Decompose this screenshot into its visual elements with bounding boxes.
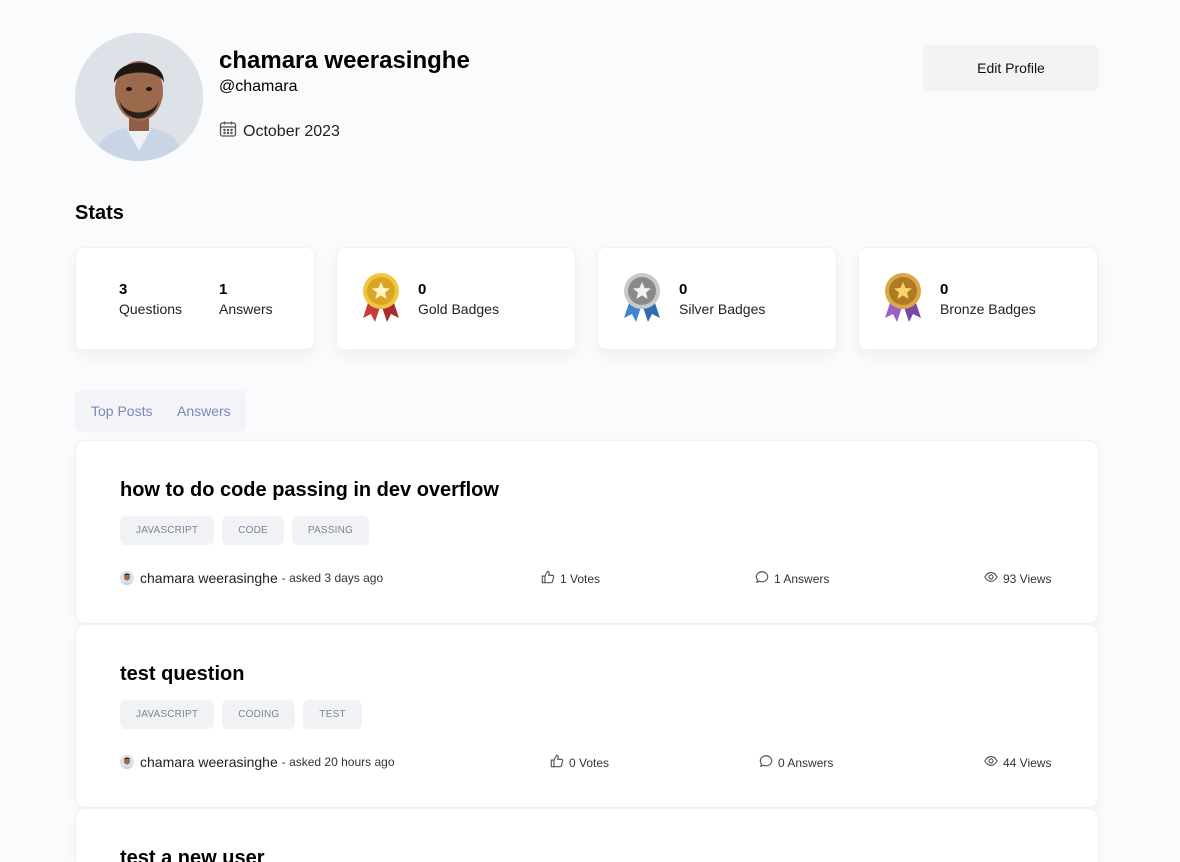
joined-date: October 2023: [219, 120, 340, 143]
tag[interactable]: CODING: [222, 700, 296, 729]
question-title[interactable]: how to do code passing in dev overflow: [120, 479, 499, 502]
silver-badges-count: 0: [679, 281, 688, 298]
author-name[interactable]: chamara weerasinghe: [140, 570, 278, 586]
thumbs-up-icon: [541, 570, 560, 587]
gold-badges-count: 0: [418, 281, 427, 298]
questions-count: 3: [119, 281, 128, 298]
votes-count: 1 Votes: [560, 571, 601, 586]
silver-medal-icon: [622, 272, 662, 324]
silver-badges-label: Silver Badges: [679, 301, 766, 317]
tag[interactable]: JAVASCRIPT: [120, 700, 215, 729]
profile-name: chamara weerasinghe: [219, 47, 470, 74]
eye-icon: [984, 570, 1003, 587]
edit-profile-button[interactable]: Edit Profile: [923, 45, 1099, 91]
message-circle-icon: [755, 570, 774, 587]
answers-label: Answers: [219, 301, 273, 317]
question-card[interactable]: how to do code passing in dev overflow J…: [75, 440, 1099, 624]
author-avatar[interactable]: [120, 755, 134, 769]
bronze-badges-label: Bronze Badges: [940, 301, 1036, 317]
question-tags: JAVASCRIPT CODE PASSING: [120, 516, 370, 545]
asked-time: - asked 3 days ago: [281, 571, 384, 585]
joined-date-text: October 2023: [243, 122, 340, 140]
stat-card-silver-badges: 0 Silver Badges: [597, 247, 837, 350]
votes-count: 0 Votes: [569, 755, 610, 770]
question-card[interactable]: test question JAVASCRIPT CODING TEST cha…: [75, 624, 1099, 808]
tab-top-posts[interactable]: Top Posts: [91, 403, 152, 419]
stats-heading: Stats: [75, 202, 124, 224]
bronze-badges-count: 0: [940, 281, 949, 298]
bronze-medal-icon: [883, 272, 923, 324]
answers-count-text: 1 Answers: [774, 571, 830, 586]
questions-label: Questions: [119, 301, 183, 317]
tag[interactable]: JAVASCRIPT: [120, 516, 215, 545]
tag[interactable]: CODE: [222, 516, 284, 545]
stat-card-bronze-badges: 0 Bronze Badges: [858, 247, 1098, 350]
views-metric: 93 Views: [984, 570, 1051, 587]
author-name[interactable]: chamara weerasinghe: [140, 754, 278, 770]
views-count: 93 Views: [1003, 571, 1052, 586]
question-tags: JAVASCRIPT CODING TEST: [120, 700, 362, 729]
question-title[interactable]: test a new user: [120, 847, 265, 862]
eye-icon: [984, 754, 1003, 771]
tab-answers[interactable]: Answers: [177, 403, 231, 419]
calendar-icon: [219, 120, 237, 143]
tag[interactable]: PASSING: [291, 516, 370, 545]
asked-time: - asked 20 hours ago: [281, 755, 395, 769]
thumbs-up-icon: [550, 754, 569, 771]
votes-metric: 1 Votes: [541, 570, 600, 587]
profile-username: @chamara: [219, 78, 298, 95]
tag[interactable]: TEST: [303, 700, 362, 729]
question-author: chamara weerasinghe - asked 20 hours ago: [120, 754, 395, 770]
profile-tabs: Top Posts Answers: [75, 390, 246, 432]
message-circle-icon: [759, 754, 778, 771]
question-title[interactable]: test question: [120, 663, 244, 686]
answers-count: 1: [219, 281, 228, 298]
answers-metric: 1 Answers: [755, 570, 829, 587]
votes-metric: 0 Votes: [550, 754, 609, 771]
views-metric: 44 Views: [984, 754, 1051, 771]
views-count: 44 Views: [1003, 755, 1052, 770]
answers-metric: 0 Answers: [759, 754, 833, 771]
gold-badges-label: Gold Badges: [418, 301, 499, 317]
profile-avatar: [75, 33, 203, 161]
question-card[interactable]: test a new user: [75, 808, 1099, 862]
profile-page: chamara weerasinghe @chamara October 202…: [0, 0, 1180, 862]
stat-card-activity: 3 Questions 1 Answers: [75, 247, 315, 350]
question-author: chamara weerasinghe - asked 3 days ago: [120, 570, 383, 586]
gold-medal-icon: [361, 272, 401, 324]
answers-count-text: 0 Answers: [778, 755, 834, 770]
stat-card-gold-badges: 0 Gold Badges: [336, 247, 576, 350]
author-avatar[interactable]: [120, 571, 134, 585]
